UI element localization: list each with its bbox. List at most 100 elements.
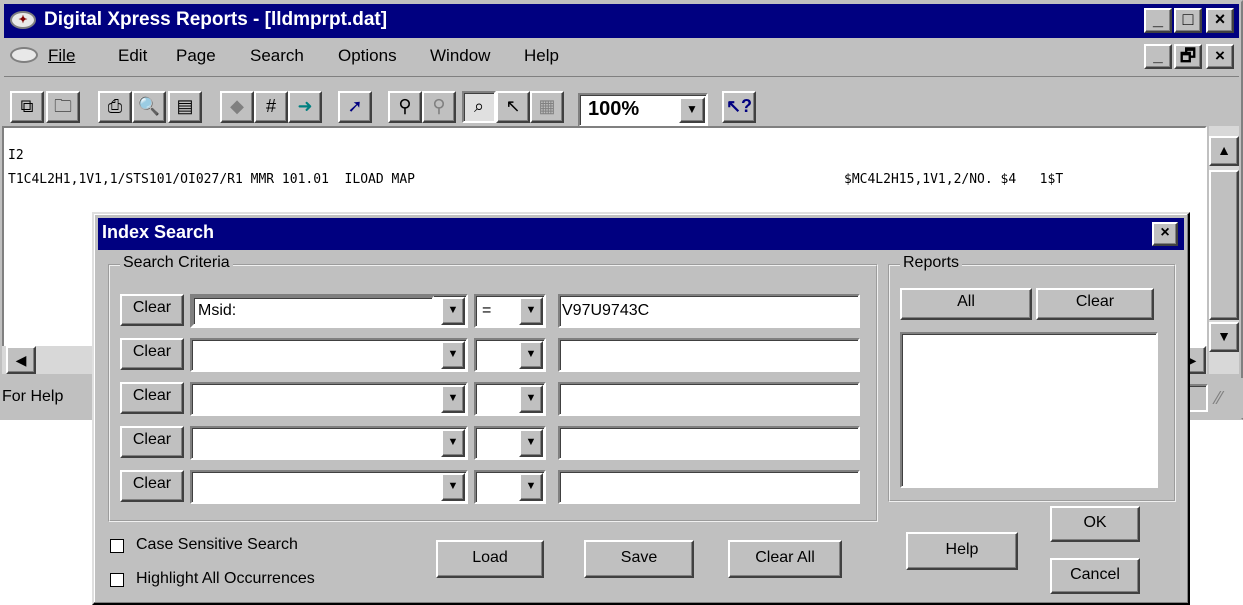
dialog-title: Index Search xyxy=(102,222,215,242)
chevron-down-icon[interactable]: ▼ xyxy=(441,429,465,457)
cancel-button[interactable]: Cancel xyxy=(1050,558,1140,594)
chevron-down-icon[interactable]: ▼ xyxy=(519,429,543,457)
menu-edit[interactable]: Edit xyxy=(118,46,147,66)
folder-icon[interactable]: 🗀 xyxy=(46,91,80,123)
report-line-2-left: T1C4L2H1,1V1,1/STS101/OI027/R1 MMR 101.0… xyxy=(8,172,415,187)
status-text: For Help xyxy=(2,388,64,405)
toolbar: ⧉ 🗀 ⎙ 🔍 ▤ ◆ # ➜ ➚ ⚲ ⚲ ⌕ ↖ ▦ 100% ▼ ↖? xyxy=(4,76,1239,127)
row-4-clear-button[interactable]: Clear xyxy=(120,426,184,458)
grid-icon[interactable]: ▦ xyxy=(530,91,564,123)
close-button[interactable]: × xyxy=(1206,8,1234,33)
row-1-value-text: V97U9743C xyxy=(562,302,650,319)
print-preview-icon[interactable]: 🔍 xyxy=(132,91,166,123)
row-1-clear-button[interactable]: Clear xyxy=(120,294,184,326)
scroll-left-icon[interactable]: ◀ xyxy=(6,346,36,374)
next-page-icon[interactable]: ➜ xyxy=(288,91,322,123)
clear-all-button[interactable]: Clear All xyxy=(728,540,842,578)
chevron-down-icon[interactable]: ▼ xyxy=(441,297,465,325)
scroll-up-icon[interactable]: ▲ xyxy=(1209,136,1239,166)
row-5-field-select[interactable]: ▼ xyxy=(190,470,468,504)
load-button[interactable]: Load xyxy=(436,540,544,578)
row-5-value-input[interactable] xyxy=(558,470,860,504)
menu-options-label: Options xyxy=(338,46,397,65)
app-icon[interactable]: ✦ xyxy=(10,11,36,29)
highlight-all-label: Highlight All Occurrences xyxy=(136,570,315,587)
row-1-field-value: Msid: xyxy=(198,302,237,319)
row-3-operator-select[interactable]: ▼ xyxy=(474,382,546,416)
row-3-value-input[interactable] xyxy=(558,382,860,416)
case-sensitive-label: Case Sensitive Search xyxy=(136,536,298,553)
chevron-down-icon[interactable]: ▼ xyxy=(441,385,465,413)
resize-grip-icon[interactable]: ⁄⁄ xyxy=(1216,388,1222,409)
row-2-field-select[interactable]: ▼ xyxy=(190,338,468,372)
zoom-value: 100% xyxy=(588,98,640,120)
vertical-scrollbar[interactable]: ▲ ▼ xyxy=(1209,126,1239,374)
menu-page[interactable]: Page xyxy=(176,46,216,66)
menu-bar: File Edit Page Search Options Window Hel… xyxy=(4,40,1239,72)
goto-page-icon[interactable]: # xyxy=(254,91,288,123)
menu-file[interactable]: File xyxy=(48,46,75,66)
row-1-value-input[interactable]: V97U9743C xyxy=(558,294,860,328)
row-3-clear-button[interactable]: Clear xyxy=(120,382,184,414)
bookmark-icon[interactable]: ➚ xyxy=(338,91,372,123)
chevron-down-icon[interactable]: ▼ xyxy=(519,297,543,325)
scroll-down-icon[interactable]: ▼ xyxy=(1209,322,1239,352)
title-bar[interactable]: ✦ Digital Xpress Reports - [lldmprpt.dat… xyxy=(4,4,1239,38)
page-setup-icon[interactable]: ▤ xyxy=(168,91,202,123)
help-pointer-icon[interactable]: ↖? xyxy=(722,91,756,123)
row-1-operator-select[interactable]: = ▼ xyxy=(474,294,546,328)
print-icon[interactable]: ⎙ xyxy=(98,91,132,123)
row-1-field-select[interactable]: Msid: ▼ xyxy=(190,294,468,328)
chevron-down-icon[interactable]: ▼ xyxy=(519,473,543,501)
menu-help[interactable]: Help xyxy=(524,46,559,66)
save-button[interactable]: Save xyxy=(584,540,694,578)
dialog-title-bar[interactable]: Index Search × xyxy=(98,218,1184,250)
menu-page-label: Page xyxy=(176,46,216,65)
row-5-clear-button[interactable]: Clear xyxy=(120,470,184,502)
chevron-down-icon[interactable]: ▼ xyxy=(519,341,543,369)
prev-page-icon[interactable]: ◆ xyxy=(220,91,254,123)
chevron-down-icon[interactable]: ▼ xyxy=(679,97,705,123)
doc-close-button[interactable]: × xyxy=(1206,44,1234,69)
row-2-value-input[interactable] xyxy=(558,338,860,372)
chevron-down-icon[interactable]: ▼ xyxy=(441,341,465,369)
reports-label: Reports xyxy=(900,254,963,272)
find-next-icon[interactable]: ⚲ xyxy=(422,91,456,123)
document-system-menu-icon[interactable] xyxy=(10,47,38,63)
scroll-thumb[interactable] xyxy=(1209,170,1239,320)
minimize-button[interactable]: _ xyxy=(1144,8,1172,33)
row-4-operator-select[interactable]: ▼ xyxy=(474,426,546,460)
menu-options[interactable]: Options xyxy=(338,46,397,66)
maximize-button[interactable]: □ xyxy=(1174,8,1202,33)
zoom-icon[interactable]: ⌕ xyxy=(462,91,496,123)
row-2-clear-button[interactable]: Clear xyxy=(120,338,184,370)
highlight-all-checkbox[interactable] xyxy=(110,573,124,587)
menu-edit-label: Edit xyxy=(118,46,148,65)
chevron-down-icon[interactable]: ▼ xyxy=(519,385,543,413)
chevron-down-icon[interactable]: ▼ xyxy=(441,473,465,501)
report-line-1: I2 xyxy=(8,148,24,163)
dialog-close-button[interactable]: × xyxy=(1152,222,1178,246)
case-sensitive-checkbox[interactable] xyxy=(110,539,124,553)
row-4-value-input[interactable] xyxy=(558,426,860,460)
row-2-operator-select[interactable]: ▼ xyxy=(474,338,546,372)
find-icon[interactable]: ⚲ xyxy=(388,91,422,123)
doc-minimize-button[interactable]: _ xyxy=(1144,44,1172,69)
reports-list[interactable] xyxy=(900,332,1158,488)
menu-help-label: Help xyxy=(524,46,559,65)
help-button[interactable]: Help xyxy=(906,532,1018,570)
doc-restore-button[interactable]: 🗗 xyxy=(1174,44,1202,69)
window-title: Digital Xpress Reports - [lldmprpt.dat] xyxy=(44,9,388,30)
menu-search[interactable]: Search xyxy=(250,46,304,66)
menu-window[interactable]: Window xyxy=(430,46,490,66)
row-4-field-select[interactable]: ▼ xyxy=(190,426,468,460)
open-pages-icon[interactable]: ⧉ xyxy=(10,91,44,123)
zoom-select[interactable]: 100% ▼ xyxy=(578,93,708,127)
row-3-field-select[interactable]: ▼ xyxy=(190,382,468,416)
row-5-operator-select[interactable]: ▼ xyxy=(474,470,546,504)
reports-all-button[interactable]: All xyxy=(900,288,1032,320)
index-search-dialog: Index Search × Search Criteria Clear Msi… xyxy=(92,212,1190,605)
reports-clear-button[interactable]: Clear xyxy=(1036,288,1154,320)
pointer-icon[interactable]: ↖ xyxy=(496,91,530,123)
ok-button[interactable]: OK xyxy=(1050,506,1140,542)
